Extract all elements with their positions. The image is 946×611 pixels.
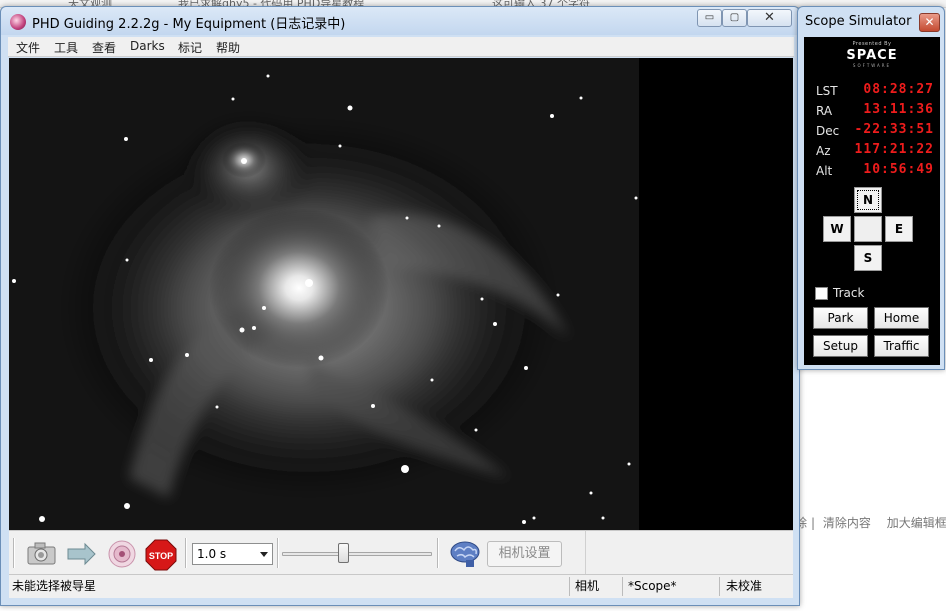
stop-sign-icon: STOP [145,539,177,571]
setup-button[interactable]: Setup [813,335,868,357]
menu-tools[interactable]: 工具 [54,39,78,56]
menu-view[interactable]: 查看 [92,39,116,56]
telescope-arrow-icon [67,542,96,566]
phd-titlebar[interactable]: PHD Guiding 2.2.2g - My Equipment (日志记录中… [1,7,799,35]
coord-value: 117:21:22 [854,142,934,157]
coord-row-ra: RA 13:11:36 [816,102,934,120]
loop-camera-button[interactable] [26,539,58,569]
coord-value: -22:33:51 [854,122,934,137]
exposure-duration-select[interactable]: 1.0 s [192,543,273,565]
gamma-slider[interactable] [282,541,432,567]
toolbar-separator [277,538,279,568]
status-divider [622,577,623,596]
minimize-button[interactable]: ▭ [697,9,722,27]
coord-label: Az [816,144,831,158]
east-button[interactable]: E [885,216,913,242]
status-divider [719,577,720,596]
maximize-button[interactable]: ▢ [722,9,747,27]
status-scope: *Scope* [628,579,677,593]
coord-label: RA [816,104,833,118]
brain-button[interactable] [449,539,481,569]
chevron-down-icon[interactable] [260,552,268,557]
camera-icon [27,542,56,565]
direction-center-button[interactable] [854,216,882,242]
coord-label: LST [816,84,838,98]
guide-camera-image[interactable] [9,58,793,530]
phd-toolbar: STOP 1.0 s 相机设置 [9,530,585,574]
logo-sub: SOFTWARE [852,63,892,68]
track-label[interactable]: Track [833,286,864,300]
status-calibration: 未校准 [726,579,763,593]
coord-label: Dec [816,124,840,138]
phd-app-icon[interactable] [10,14,26,30]
status-camera: 相机 [575,579,600,593]
status-message: 未能选择被导星 [12,579,97,593]
logo-brand: SPACE [846,48,898,63]
coord-value: 08:28:27 [863,82,934,97]
logo-presented-by: Presented By [852,41,892,47]
stop-sign-text: STOP [149,551,173,561]
coord-row-alt: Alt 10:56:49 [816,162,934,180]
gamma-slider-thumb[interactable] [338,543,349,563]
home-button[interactable]: Home [874,307,929,329]
coord-value: 10:56:49 [863,162,934,177]
clear-content-link[interactable]: 清除内容 [823,516,871,530]
coord-label: Alt [816,164,833,178]
coord-value: 13:11:36 [863,102,934,117]
west-button[interactable]: W [823,216,851,242]
close-button[interactable]: ✕ [747,9,792,27]
park-button[interactable]: Park [813,307,868,329]
brain-icon [450,541,480,567]
track-checkbox[interactable] [815,287,828,300]
scope-simulator-close-button[interactable]: ✕ [919,13,940,32]
background-editor-toolbar: 除 | 清除内容 加大编辑框 [795,516,946,530]
coord-row-lst: LST 08:28:27 [816,82,934,100]
status-divider [569,577,570,596]
nebula-star-field[interactable] [9,58,793,530]
scope-simulator-window: Scope Simulator ✕ Presented By SPACE SOF… [797,6,945,370]
menu-bookmarks[interactable]: 标记 [178,39,202,56]
camera-settings-button[interactable]: 相机设置 [487,541,562,567]
phd-target-icon [108,540,136,568]
coord-row-dec: Dec -22:33:51 [816,122,934,140]
space-software-logo: Presented By SPACE SOFTWARE [814,41,930,77]
menu-help[interactable]: 帮助 [216,39,240,56]
auto-select-star-button[interactable] [65,539,97,569]
toolbar-separator [185,538,187,568]
exposure-duration-value: 1.0 s [197,547,227,561]
phd-guiding-window: PHD Guiding 2.2.2g - My Equipment (日志记录中… [0,6,800,606]
menu-bar: 文件 工具 查看 Darks 标记 帮助 [8,37,794,57]
enlarge-editor-link[interactable]: 加大编辑框 [887,516,946,530]
toolbar-separator [437,538,439,568]
scope-simulator-title: Scope Simulator [805,14,912,29]
gamma-slider-track[interactable] [282,552,432,556]
traffic-button[interactable]: Traffic [874,335,929,357]
window-title: PHD Guiding 2.2.2g - My Equipment (日志记录中… [32,17,346,32]
scope-simulator-titlebar[interactable]: Scope Simulator ✕ [798,7,944,35]
menu-darks[interactable]: Darks [130,39,165,53]
scope-simulator-panel: Presented By SPACE SOFTWARE LST 08:28:27… [804,37,940,365]
stop-button[interactable]: STOP [145,539,177,571]
toolbar-grip [13,538,15,568]
guide-button[interactable] [106,539,138,569]
north-button[interactable]: N [854,187,882,213]
coord-row-az: Az 117:21:22 [816,142,934,160]
south-button[interactable]: S [854,245,882,271]
menu-file[interactable]: 文件 [16,39,40,56]
status-bar: 未能选择被导星 相机 *Scope* 未校准 [9,574,793,598]
toolbar-empty-area [585,530,793,574]
